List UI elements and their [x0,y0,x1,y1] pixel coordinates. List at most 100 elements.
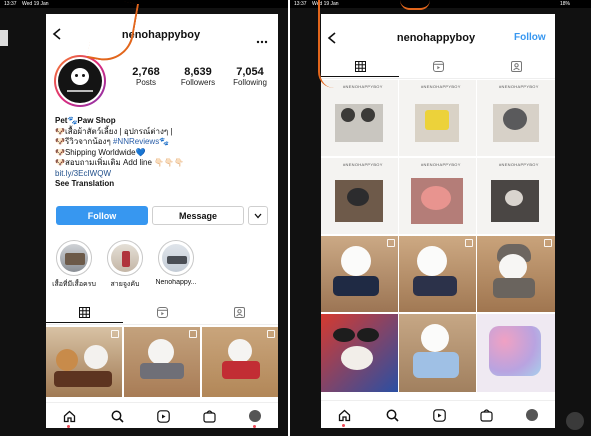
multi-post-icon [267,330,275,338]
right-status-bar: 13:37 Wed 19 Jan 18% [290,0,591,8]
post-tile[interactable] [477,314,555,392]
tile-caption: #NENOHAPPYBOY [421,84,461,89]
nav-dot [253,425,256,428]
tile-caption: #NENOHAPPYBOY [499,162,539,167]
more-icon[interactable] [256,31,268,44]
shop-icon[interactable] [479,408,493,422]
profile-icon[interactable] [248,409,262,423]
stat-followers[interactable]: 8,639 Followers [174,66,222,87]
reels-nav-icon[interactable] [432,408,446,422]
stat-posts-value: 2,768 [132,66,160,78]
chevron-down-icon [254,213,262,218]
post-tile[interactable] [399,314,476,392]
tab-reels[interactable] [399,56,477,76]
bio-line-1: 🐶เสื้อผ้าสัตว์เลี้ยง | อุปกรณ์ต่างๆ | [55,126,173,136]
see-translation-link[interactable]: See Translation [55,179,275,190]
post-tile[interactable] [202,327,278,397]
left-status-bar: 13:37 Wed 19 Jan [0,0,288,8]
multi-post-icon [544,239,552,247]
post-tile[interactable] [399,236,476,312]
post-tile[interactable] [46,327,122,397]
stat-followers-value: 8,639 [184,66,212,78]
highlight-1[interactable] [56,240,92,276]
back-arrow-icon[interactable] [52,27,62,40]
post-tile[interactable] [321,236,398,312]
grid-icon [79,306,90,318]
highlight-3-label: Nenohappy... [155,279,197,286]
status-time: 13:37 [4,1,17,7]
status-time: 13:37 [294,1,307,7]
battery-indicator: 18% [560,1,571,7]
suggestions-dropdown-button[interactable] [248,206,268,225]
tagged-icon [510,60,522,72]
bio: Pet🐾Paw Shop 🐶เสื้อผ้าสัตว์เลี้ยง | อุปก… [55,116,275,190]
highlight-2-label: สายจูงคับ [110,281,140,288]
annotation-line [318,0,334,88]
stat-followers-label: Followers [180,78,216,87]
stat-following-label: Following [233,78,267,87]
post-tile[interactable]: #NENOHAPPYBOY [399,158,476,234]
reels-nav-icon[interactable] [156,409,170,423]
avatar-logo [58,59,102,103]
search-icon[interactable] [385,408,399,422]
post-tile[interactable]: #NENOHAPPYBOY [399,80,476,156]
profile-tabs [321,56,555,79]
search-icon[interactable] [110,409,124,423]
bio-line-4: 🐶สอบถามเพิ่มเติม Add line 👇🏻👇🏻👇🏻 [55,158,185,167]
reels-icon [432,60,444,72]
stat-posts[interactable]: 2,768 Posts [124,66,168,87]
nav-dot [67,425,70,428]
multi-post-icon [465,239,473,247]
bottom-nav [321,400,555,428]
right-screen: nenohappyboy Follow #NENOHAPPYBOY #NENOH… [321,14,555,428]
message-button[interactable]: Message [152,206,244,225]
bio-name: Pet🐾Paw Shop [55,116,116,125]
highlight-2[interactable] [107,240,143,276]
avatar[interactable] [54,55,106,107]
bottom-nav [46,402,278,428]
tab-tagged[interactable] [201,302,278,322]
tab-reels[interactable] [123,302,201,322]
tile-caption: #NENOHAPPYBOY [343,84,383,89]
grid-icon [354,60,366,72]
post-tile[interactable] [321,314,398,392]
tagged-icon [234,306,245,318]
multi-post-icon [189,330,197,338]
profile-tabs [46,302,278,325]
tile-caption: #NENOHAPPYBOY [499,84,539,89]
multi-post-icon [111,330,119,338]
tab-tagged[interactable] [477,56,555,76]
profile-icon[interactable] [525,408,539,422]
bio-link[interactable]: bit.ly/3EcIWQW [55,169,275,180]
post-tile[interactable]: #NENOHAPPYBOY [321,158,398,234]
post-tile[interactable]: #NENOHAPPYBOY [321,80,398,156]
left-screen: nenohappyboy 2,768 Posts 8,639 Followers… [46,14,278,428]
home-icon[interactable] [337,408,351,422]
tile-caption: #NENOHAPPYBOY [421,162,461,167]
profile-username: nenohappyboy [396,32,476,44]
post-tile[interactable]: #NENOHAPPYBOY [477,158,555,234]
highlight-1-label: เสื้อที่มีเสื้อครบ [52,281,96,288]
tile-caption: #NENOHAPPYBOY [343,162,383,167]
post-tile[interactable]: #NENOHAPPYBOY [477,80,555,156]
stat-posts-label: Posts [135,78,156,87]
home-icon[interactable] [62,409,76,423]
multi-post-icon [387,239,395,247]
post-tile[interactable] [477,236,555,312]
shop-icon[interactable] [202,409,216,423]
bio-line-2: 🐶รีวิวจากน้องๆ #NNReviews🐾 [55,137,170,146]
bio-line-3: 🐶Shipping Worldwide💙 [55,147,146,157]
follow-link-button[interactable]: Follow [514,32,546,43]
status-date: Wed 19 Jan [22,1,49,7]
reels-icon [156,306,168,318]
side-thumb [0,30,8,46]
tab-grid[interactable] [46,302,123,323]
nav-dot [342,424,345,427]
stat-following[interactable]: 7,054 Following [226,66,274,87]
assistive-touch-button[interactable] [566,412,584,430]
follow-button[interactable]: Follow [56,206,148,225]
highlight-3[interactable] [158,240,194,276]
hashtag-link[interactable]: #NNReviews [113,137,159,146]
post-tile[interactable] [124,327,200,397]
stat-following-value: 7,054 [236,66,264,78]
